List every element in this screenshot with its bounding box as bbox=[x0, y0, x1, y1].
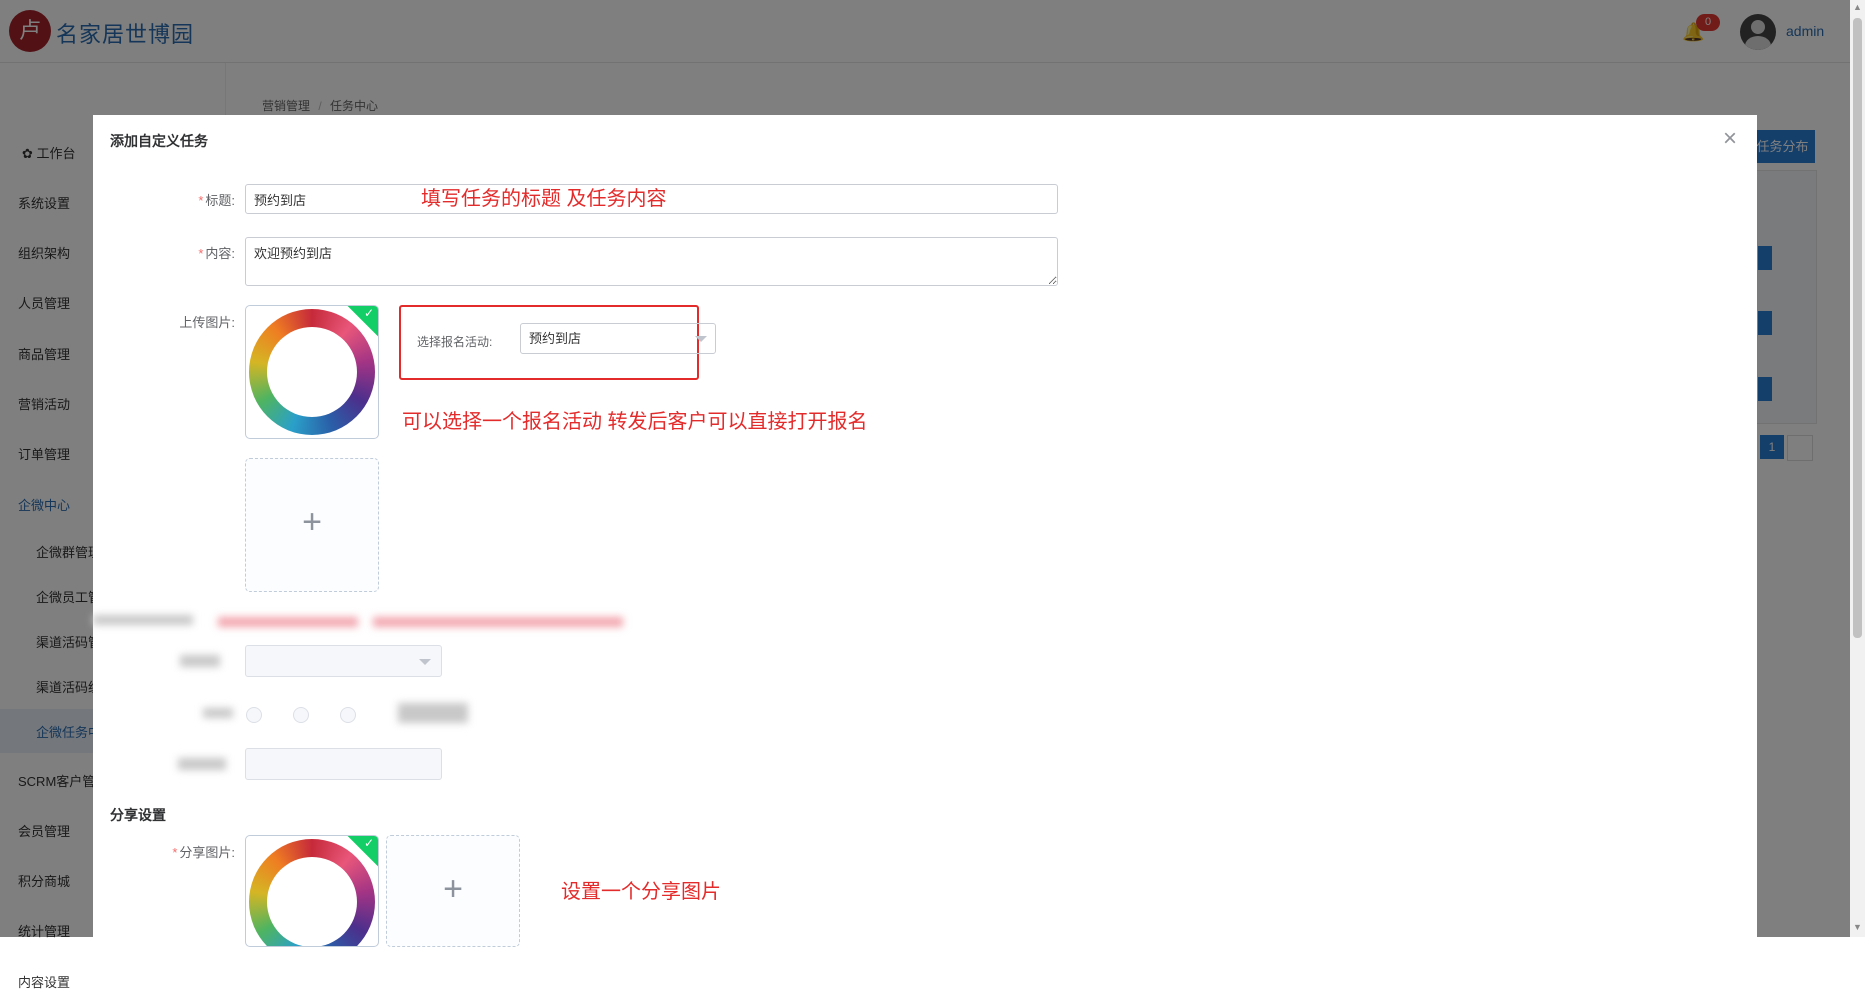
blurred-date-picker[interactable] bbox=[245, 748, 442, 780]
content-textarea[interactable]: 欢迎预约到店 bbox=[245, 237, 1058, 286]
check-icon: ✓ bbox=[363, 306, 374, 320]
upload-label: 上传图片: bbox=[179, 315, 235, 330]
chevron-down-icon bbox=[419, 659, 431, 665]
share-upload-add-button[interactable]: + bbox=[386, 835, 520, 947]
blurred-radio[interactable] bbox=[293, 707, 309, 723]
share-uploaded-image[interactable]: ✓ bbox=[245, 835, 379, 947]
dialog-title: 添加自定义任务 bbox=[110, 133, 208, 149]
blurred-input[interactable] bbox=[398, 703, 468, 723]
blurred-radio[interactable] bbox=[340, 707, 356, 723]
blurred-label bbox=[93, 615, 193, 625]
upload-add-button[interactable]: + bbox=[245, 458, 379, 592]
activity-label: 选择报名活动: bbox=[417, 335, 493, 349]
blurred-label bbox=[180, 655, 220, 667]
check-icon: ✓ bbox=[363, 836, 374, 850]
plus-icon: + bbox=[302, 503, 322, 541]
image-preview bbox=[249, 309, 375, 435]
share-image-label: * 分享图片: bbox=[172, 845, 235, 860]
page-scroll-thumb[interactable] bbox=[1853, 18, 1862, 638]
title-hint-annotation: 填写任务的标题 及任务内容 bbox=[421, 188, 667, 210]
share-hint-annotation: 设置一个分享图片 bbox=[561, 881, 721, 903]
add-task-dialog: 添加自定义任务 × *标题: 填写任务的标题 及任务内容 *内容: 欢迎预约到店… bbox=[93, 115, 1757, 947]
share-section-title: 分享设置 bbox=[110, 807, 166, 823]
blurred-text bbox=[218, 617, 358, 627]
uploaded-image[interactable]: ✓ bbox=[245, 305, 379, 439]
activity-selected-value: 预约到店 bbox=[529, 331, 582, 346]
content-label: * 内容: bbox=[198, 246, 235, 261]
plus-icon: + bbox=[443, 870, 463, 908]
blurred-select[interactable] bbox=[245, 645, 442, 677]
share-image-preview bbox=[249, 839, 375, 946]
chevron-down-icon bbox=[695, 336, 707, 342]
blurred-radio[interactable] bbox=[246, 707, 262, 723]
scroll-down-icon[interactable]: ▼ bbox=[1853, 922, 1862, 932]
blurred-text bbox=[373, 617, 623, 627]
activity-select[interactable]: 预约到店 bbox=[520, 323, 716, 354]
close-icon[interactable]: × bbox=[1723, 125, 1737, 153]
scroll-up-icon[interactable]: ▲ bbox=[1853, 2, 1862, 12]
blurred-label bbox=[203, 708, 233, 718]
sidebar-item-content[interactable]: 内容设置 bbox=[18, 972, 70, 991]
title-label: * 标题: bbox=[198, 193, 235, 208]
activity-hint-annotation: 可以选择一个报名活动 转发后客户可以直接打开报名 bbox=[402, 411, 868, 433]
blurred-label bbox=[178, 758, 226, 770]
activity-highlight-box: 选择报名活动: 预约到店 bbox=[399, 305, 716, 380]
